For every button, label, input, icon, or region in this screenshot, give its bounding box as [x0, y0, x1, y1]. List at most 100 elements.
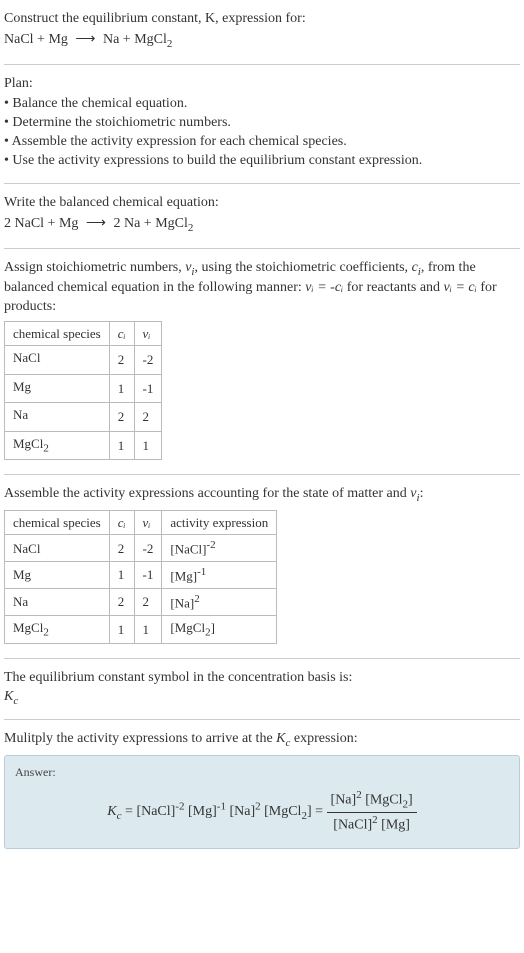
- cell-nui: 2: [134, 403, 162, 431]
- nu-eq-c: νᵢ = cᵢ: [444, 280, 477, 295]
- reaction-arrow-icon: ⟶: [82, 215, 110, 234]
- col-ci: cᵢ: [109, 510, 134, 535]
- activity-intro-text2: :: [420, 486, 424, 501]
- equals2: =: [312, 804, 327, 819]
- num2-close: ]: [408, 793, 413, 808]
- balanced-equation: 2 NaCl + Mg ⟶ 2 Na + MgCl2: [4, 213, 520, 238]
- reaction-arrow-icon: ⟶: [71, 31, 99, 50]
- cell-species: Mg: [5, 374, 110, 402]
- cell-activity: [Na]2: [162, 589, 277, 616]
- cell-nui: -1: [134, 562, 162, 589]
- table-row: Mg 1 -1: [5, 374, 162, 402]
- cell-species: MgCl2: [5, 431, 110, 459]
- table-row: Na 2 2 [Na]2: [5, 589, 277, 616]
- balanced-section: Write the balanced chemical equation: 2 …: [4, 188, 520, 244]
- balanced-rhs: 2 Na + MgCl: [113, 216, 187, 231]
- nu-eq-neg-c: νᵢ = -cᵢ: [305, 280, 343, 295]
- stoich-intro: Assign stoichiometric numbers, νi, using…: [4, 259, 520, 317]
- cell-activity: [MgCl2]: [162, 616, 277, 644]
- table-row: Na 2 2: [5, 403, 162, 431]
- cell-ci: 2: [109, 346, 134, 374]
- cell-species: NaCl: [5, 346, 110, 374]
- cell-nui: -2: [134, 346, 162, 374]
- expr-base: [NaCl]: [170, 542, 206, 557]
- multiply-line: Mulitply the activity expressions to arr…: [4, 730, 520, 751]
- species-name: NaCl: [13, 350, 40, 365]
- table-row: NaCl 2 -2: [5, 346, 162, 374]
- balanced-title: Write the balanced chemical equation:: [4, 194, 520, 213]
- basis-section: The equilibrium constant symbol in the c…: [4, 663, 520, 715]
- expr-sup: -1: [197, 566, 206, 578]
- prompt-line1: Construct the equilibrium constant, K, e…: [4, 11, 306, 26]
- cell-activity: [NaCl]-2: [162, 535, 277, 562]
- fraction-denominator: [NaCl]2 [Mg]: [327, 813, 417, 836]
- divider: [4, 719, 520, 720]
- prompt-text: Construct the equilibrium constant, K, e…: [4, 10, 520, 29]
- species-name: MgCl: [13, 436, 43, 451]
- expr-sup: 2: [194, 593, 200, 605]
- expr-close: ]: [211, 620, 215, 635]
- plan-list: Balance the chemical equation. Determine…: [4, 95, 520, 171]
- eq-rhs-sub: 2: [167, 38, 173, 50]
- table-header-row: chemical species cᵢ νᵢ activity expressi…: [5, 510, 277, 535]
- divider: [4, 474, 520, 475]
- cell-nui: 1: [134, 616, 162, 644]
- col-species: chemical species: [5, 321, 110, 346]
- cell-species: Na: [5, 403, 110, 431]
- cell-nui: 1: [134, 431, 162, 459]
- eq-lhs: NaCl + Mg: [4, 32, 68, 47]
- activity-intro-text: Assemble the activity expressions accoun…: [4, 486, 410, 501]
- kc-k: K: [4, 689, 13, 704]
- species-name: Na: [13, 407, 28, 422]
- den2: [Mg]: [378, 818, 410, 833]
- stoich-intro-text2: , using the stoichiometric coefficients,: [194, 260, 411, 275]
- cell-species: NaCl: [5, 535, 110, 562]
- col-ci: cᵢ: [109, 321, 134, 346]
- table-row: MgCl2 1 1 [MgCl2]: [5, 616, 277, 644]
- cell-ci: 2: [109, 589, 134, 616]
- balanced-lhs: 2 NaCl + Mg: [4, 216, 78, 231]
- table-row: Mg 1 -1 [Mg]-1: [5, 562, 277, 589]
- equals: =: [122, 804, 137, 819]
- basis-line: The equilibrium constant symbol in the c…: [4, 669, 520, 688]
- stoich-section: Assign stoichiometric numbers, νi, using…: [4, 253, 520, 471]
- for-reactants: for reactants and: [343, 280, 443, 295]
- den1: [NaCl]: [333, 818, 372, 833]
- species-sub: 2: [43, 627, 49, 639]
- species-sub: 2: [43, 442, 49, 454]
- answer-box: Answer: Kc = [NaCl]-2 [Mg]-1 [Na]2 [MgCl…: [4, 755, 520, 849]
- term4: [MgCl: [261, 804, 302, 819]
- activity-section: Assemble the activity expressions accoun…: [4, 479, 520, 654]
- cell-ci: 1: [109, 374, 134, 402]
- plan-item: Determine the stoichiometric numbers.: [4, 114, 520, 133]
- cell-ci: 1: [109, 562, 134, 589]
- plan-item: Balance the chemical equation.: [4, 95, 520, 114]
- table-header-row: chemical species cᵢ νᵢ: [5, 321, 162, 346]
- num2: [MgCl: [362, 793, 403, 808]
- kc-k: K: [276, 731, 285, 746]
- cell-ci: 1: [109, 431, 134, 459]
- divider: [4, 183, 520, 184]
- activity-intro: Assemble the activity expressions accoun…: [4, 485, 520, 506]
- species-name: Na: [13, 594, 28, 609]
- col-nui: νᵢ: [134, 510, 162, 535]
- term3: [Na]: [226, 804, 255, 819]
- multiply-text2: expression:: [290, 731, 357, 746]
- unbalanced-equation: NaCl + Mg ⟶ Na + MgCl2: [4, 29, 520, 54]
- num1: [Na]: [331, 793, 357, 808]
- multiply-text1: Mulitply the activity expressions to arr…: [4, 731, 276, 746]
- kc-sub: c: [13, 695, 18, 707]
- expr-base: [MgCl: [170, 620, 205, 635]
- fraction: [Na]2 [MgCl2] [NaCl]2 [Mg]: [327, 788, 417, 836]
- table-row: MgCl2 1 1: [5, 431, 162, 459]
- multiply-section: Mulitply the activity expressions to arr…: [4, 724, 520, 855]
- cell-ci: 1: [109, 616, 134, 644]
- term1: [NaCl]: [136, 804, 175, 819]
- activity-table: chemical species cᵢ νᵢ activity expressi…: [4, 510, 277, 645]
- cell-ci: 2: [109, 535, 134, 562]
- plan-item: Assemble the activity expression for eac…: [4, 133, 520, 152]
- kc-k: K: [107, 804, 116, 819]
- cell-species: MgCl2: [5, 616, 110, 644]
- plan-section: Plan: Balance the chemical equation. Det…: [4, 69, 520, 179]
- answer-label: Answer:: [15, 764, 509, 780]
